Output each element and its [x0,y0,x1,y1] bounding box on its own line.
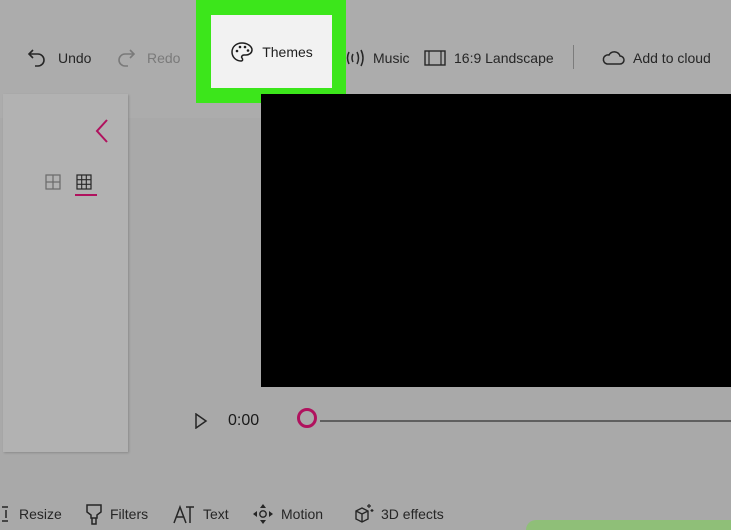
selected-view-indicator [75,194,97,196]
3d-effects-button[interactable]: 3D effects [352,503,444,525]
text-icon [172,503,196,525]
filters-label: Filters [110,506,149,522]
play-icon[interactable] [194,412,208,434]
aspect-ratio-icon [424,49,446,67]
motion-button[interactable]: Motion [252,503,323,525]
redo-icon [115,47,137,69]
undo-button[interactable]: Undo [26,44,91,72]
music-button[interactable]: Music [346,44,410,72]
watermark-strip [526,520,731,530]
grid-small-icon[interactable] [45,174,61,195]
resize-label: Resize [19,506,62,522]
resize-button[interactable]: Resize [0,503,62,525]
music-label: Music [373,50,410,66]
aspect-ratio-button[interactable]: 16:9 Landscape [424,44,554,72]
text-button[interactable]: Text [172,503,229,525]
add-to-cloud-button[interactable]: Add to cloud [601,44,711,72]
grid-large-icon[interactable] [76,174,92,195]
add-to-cloud-label: Add to cloud [633,50,711,66]
3d-effects-icon [352,503,374,525]
filters-button[interactable]: Filters [85,503,148,525]
filters-icon [85,503,103,525]
playback-time: 0:00 [228,412,260,429]
toolbar-divider [573,45,574,69]
text-label: Text [203,506,229,522]
redo-label: Redo [147,50,181,66]
themes-button[interactable]: Themes [211,15,332,88]
undo-label: Undo [58,50,92,66]
seek-bar[interactable] [320,420,731,422]
3d-effects-label: 3D effects [381,506,444,522]
cloud-icon [601,49,625,67]
redo-button[interactable]: Redo [115,44,180,72]
music-icon [346,47,366,69]
aspect-ratio-label: 16:9 Landscape [454,50,554,66]
palette-icon [230,41,254,63]
resize-icon [0,505,12,523]
project-library-panel [3,94,128,452]
undo-icon [26,47,48,69]
motion-label: Motion [281,506,324,522]
video-preview [261,94,731,387]
themes-label: Themes [262,43,313,60]
chevron-left-icon[interactable] [95,118,109,149]
seek-thumb[interactable] [297,408,317,428]
motion-icon [252,503,274,525]
